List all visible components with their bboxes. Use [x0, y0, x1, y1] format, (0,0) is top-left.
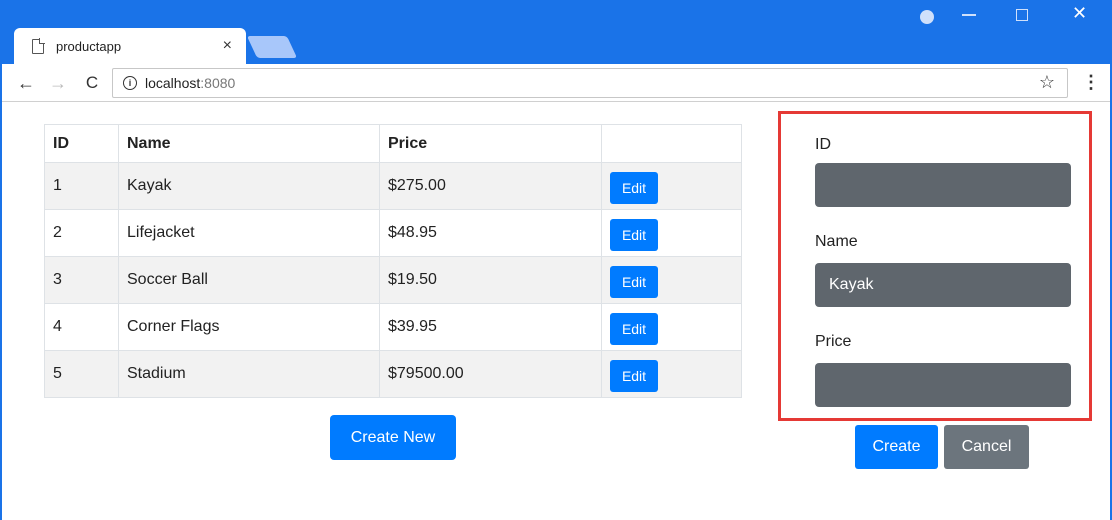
bookmark-star-icon[interactable]: ☆ — [1039, 72, 1055, 93]
edit-button[interactable]: Edit — [610, 266, 658, 298]
browser-titlebar: productapp × ✕ — [0, 0, 1112, 64]
browser-toolbar: ← → C i localhost:8080 ☆ ⋮ — [0, 64, 1112, 102]
create-button[interactable]: Create — [855, 425, 938, 469]
url-host: localhost — [145, 75, 201, 91]
cell-action: Edit — [601, 162, 742, 210]
maximize-icon[interactable] — [1016, 9, 1028, 21]
product-table: ID Name Price 1 Kayak $275.00 Edit 2 Lif… — [44, 124, 742, 398]
cell-price: $39.95 — [379, 303, 602, 351]
edit-button[interactable]: Edit — [610, 219, 658, 251]
cell-id: 2 — [44, 209, 119, 257]
header-actions — [601, 124, 742, 163]
back-arrow-icon[interactable]: ← — [12, 74, 40, 92]
browser-tab[interactable]: productapp × — [14, 28, 246, 64]
cancel-button[interactable]: Cancel — [944, 425, 1029, 469]
cell-action: Edit — [601, 209, 742, 257]
cell-action: Edit — [601, 256, 742, 304]
reload-icon[interactable]: C — [78, 74, 106, 91]
table-row: 1 Kayak $275.00 Edit — [44, 162, 742, 210]
tab-title: productapp — [56, 38, 122, 54]
name-label: Name — [815, 233, 858, 250]
cell-id: 5 — [44, 350, 119, 398]
table-row: 5 Stadium $79500.00 Edit — [44, 350, 742, 398]
cell-price: $19.50 — [379, 256, 602, 304]
price-label: Price — [815, 333, 852, 350]
product-editor-form: ID Name Kayak Price — [778, 111, 1092, 421]
cell-id: 1 — [44, 162, 119, 210]
edit-button[interactable]: Edit — [610, 360, 658, 392]
info-icon[interactable]: i — [123, 76, 137, 90]
page-icon — [32, 37, 45, 54]
address-bar[interactable]: i localhost:8080 ☆ — [112, 68, 1068, 98]
cell-action: Edit — [601, 350, 742, 398]
id-field[interactable] — [815, 163, 1071, 207]
header-price: Price — [379, 124, 602, 163]
id-label: ID — [815, 136, 831, 153]
cell-name: Corner Flags — [118, 303, 380, 351]
table-row: 4 Corner Flags $39.95 Edit — [44, 303, 742, 351]
cell-price: $79500.00 — [379, 350, 602, 398]
tab-close-icon[interactable]: × — [223, 38, 232, 54]
table-header-row: ID Name Price — [44, 124, 742, 163]
create-new-button[interactable]: Create New — [330, 415, 456, 460]
cell-action: Edit — [601, 303, 742, 351]
profile-icon[interactable] — [920, 10, 934, 24]
edit-button[interactable]: Edit — [610, 313, 658, 345]
cell-price: $275.00 — [379, 162, 602, 210]
header-name: Name — [118, 124, 380, 163]
browser-menu-icon[interactable]: ⋮ — [1082, 72, 1100, 93]
cell-name: Kayak — [118, 162, 380, 210]
window-frame-left — [0, 64, 2, 520]
window-close-icon[interactable]: ✕ — [1072, 4, 1087, 22]
cell-name: Lifejacket — [118, 209, 380, 257]
cell-name: Soccer Ball — [118, 256, 380, 304]
forward-arrow-icon[interactable]: → — [44, 74, 72, 92]
url-text: localhost:8080 — [145, 75, 235, 91]
new-tab-button[interactable] — [246, 36, 298, 58]
name-field[interactable]: Kayak — [815, 263, 1071, 307]
minimize-icon[interactable] — [962, 14, 976, 16]
cell-name: Stadium — [118, 350, 380, 398]
header-id: ID — [44, 124, 119, 163]
price-field[interactable] — [815, 363, 1071, 407]
url-port: :8080 — [200, 75, 236, 91]
edit-button[interactable]: Edit — [610, 172, 658, 204]
cell-id: 3 — [44, 256, 119, 304]
table-row: 2 Lifejacket $48.95 Edit — [44, 209, 742, 257]
cell-price: $48.95 — [379, 209, 602, 257]
table-row: 3 Soccer Ball $19.50 Edit — [44, 256, 742, 304]
cell-id: 4 — [44, 303, 119, 351]
